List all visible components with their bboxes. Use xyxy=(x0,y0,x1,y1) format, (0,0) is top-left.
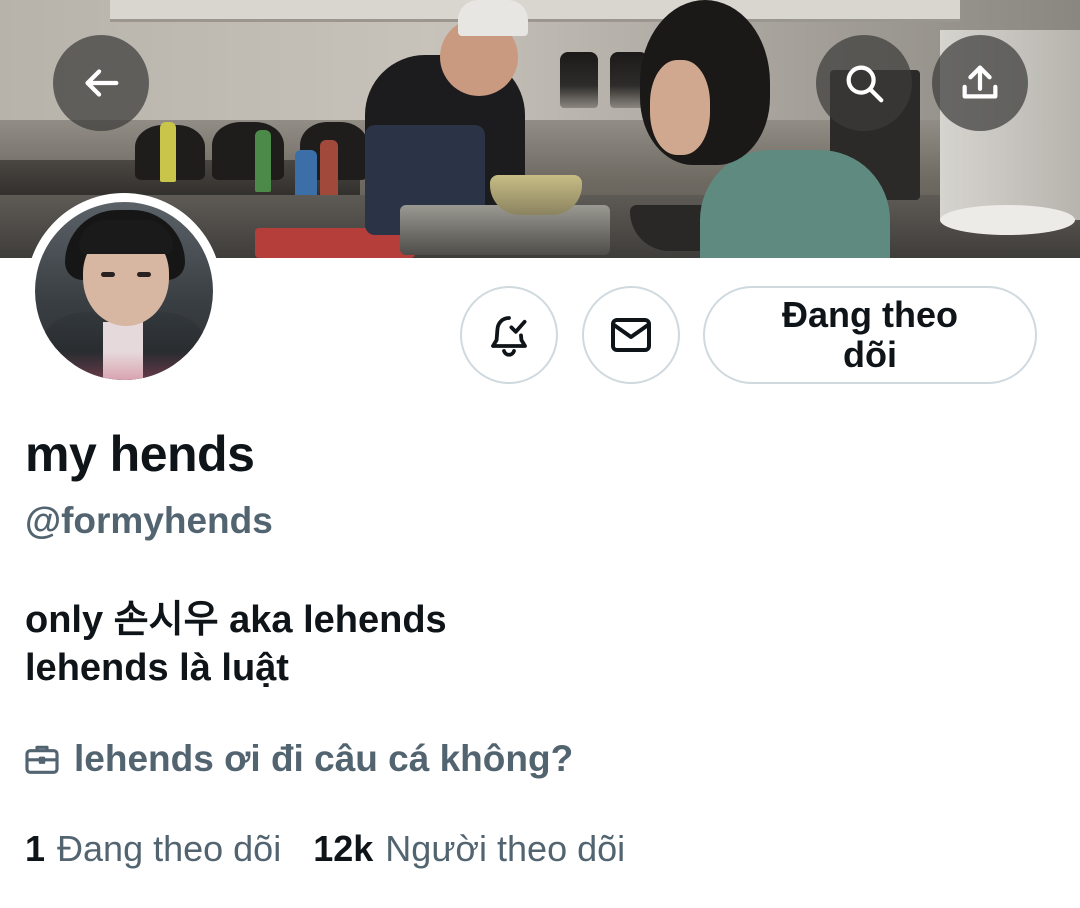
following-button[interactable]: Đang theo dõi xyxy=(703,286,1037,384)
banner-lamp xyxy=(560,52,598,108)
avatar[interactable] xyxy=(26,193,222,389)
message-button[interactable] xyxy=(582,286,680,384)
share-upload-icon xyxy=(962,65,998,99)
avatar-image xyxy=(35,202,213,380)
search-icon xyxy=(846,65,884,103)
banner-plates xyxy=(940,205,1075,235)
search-button[interactable] xyxy=(816,35,912,131)
share-button[interactable] xyxy=(932,35,1028,131)
banner-pot xyxy=(212,122,284,180)
followers-label[interactable]: Người theo dõi xyxy=(385,828,625,870)
envelope-icon xyxy=(611,318,651,352)
profile-page: Đang theo dõi my hends @formyhends only … xyxy=(0,0,1080,908)
followers-count[interactable]: 12k xyxy=(313,828,373,870)
banner-cook-cap xyxy=(458,0,528,36)
banner-bottle xyxy=(255,130,271,192)
following-label[interactable]: Đang theo dõi xyxy=(57,828,281,870)
bell-check-icon xyxy=(491,316,527,357)
follow-stats: 1 Đang theo dõi 12k Người theo dõi xyxy=(25,828,625,870)
back-button[interactable] xyxy=(53,35,149,131)
notifications-button[interactable] xyxy=(460,286,558,384)
banner-person-seated-face xyxy=(650,60,710,155)
avatar-eye xyxy=(101,272,115,277)
banner-pot-gold xyxy=(490,175,582,215)
briefcase-icon xyxy=(25,745,59,774)
bio-line: lehends là luật xyxy=(25,647,289,689)
banner-person-seated xyxy=(700,150,890,258)
avatar-glow xyxy=(35,352,213,380)
arrow-left-icon xyxy=(85,69,119,97)
display-name: my hends xyxy=(25,426,255,482)
profile-category: lehends ơi đi câu cá không? xyxy=(22,735,573,783)
username-handle: @formyhends xyxy=(25,500,273,541)
avatar-fringe xyxy=(79,220,173,254)
banner-bottle xyxy=(160,122,176,182)
bio-line: only 손시우 aka lehends xyxy=(25,599,447,641)
banner-hood xyxy=(110,0,960,22)
category-label: lehends ơi đi câu cá không? xyxy=(74,738,574,779)
following-count[interactable]: 1 xyxy=(25,828,45,870)
avatar-eye xyxy=(137,272,151,277)
banner-stove xyxy=(400,205,610,255)
bio: only 손시우 aka lehends lehends là luật xyxy=(25,596,447,692)
following-button-label: Đang theo dõi xyxy=(782,294,958,375)
